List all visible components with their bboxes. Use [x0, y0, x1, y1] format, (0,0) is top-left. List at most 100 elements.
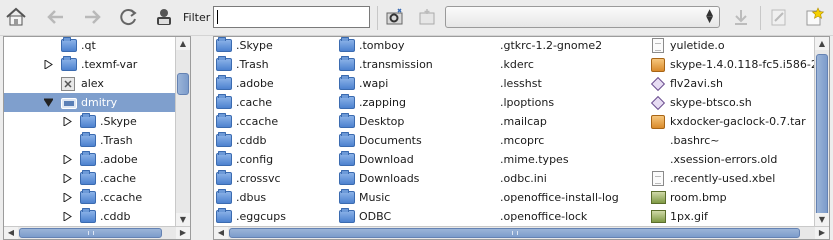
- folder-icon: [339, 151, 355, 168]
- folder-item[interactable]: Download: [339, 150, 414, 169]
- folder-item[interactable]: .cache: [216, 93, 272, 112]
- folder-icon: [80, 113, 96, 129]
- location-dropdown[interactable]: ▲ ▼: [445, 6, 720, 28]
- package-icon: [650, 57, 666, 73]
- tree-item[interactable]: .Skype: [4, 112, 176, 131]
- expander-collapsed-icon[interactable]: [63, 193, 72, 202]
- scroll-right-arrow[interactable]: ▶: [815, 227, 829, 239]
- folder-item[interactable]: .adobe: [216, 74, 274, 93]
- folder-item[interactable]: .dbus: [216, 188, 266, 207]
- scroll-right-arrow[interactable]: ▶: [176, 227, 190, 239]
- back-button[interactable]: [42, 3, 70, 31]
- file-item[interactable]: .bashrc~: [650, 131, 719, 150]
- folder-item[interactable]: .eggcups: [216, 207, 286, 226]
- folder-item[interactable]: .config: [216, 150, 273, 169]
- folder-item[interactable]: Documents: [339, 131, 422, 150]
- file-item[interactable]: skype-1.4.0.118-fc5.i586-2: [650, 55, 818, 74]
- scroll-down-arrow[interactable]: ▼: [176, 213, 190, 226]
- file-item[interactable]: .openoffice-lock: [480, 207, 587, 226]
- file-list[interactable]: .Skype .Trash .adobe .cache .ccache .cddb .con…: [213, 36, 830, 240]
- folder-item[interactable]: Downloads: [339, 169, 419, 188]
- file-name: flv2avi.sh: [670, 77, 723, 90]
- folder-item[interactable]: .Trash: [216, 55, 269, 74]
- folder-item[interactable]: .cddb: [216, 131, 267, 150]
- text-caret: [217, 10, 218, 24]
- scroll-left-arrow[interactable]: ◀: [4, 227, 18, 239]
- image-icon: [650, 209, 666, 225]
- file-item[interactable]: .lesshst: [480, 74, 542, 93]
- scroll-up-arrow[interactable]: ▲: [815, 37, 829, 50]
- folder-item[interactable]: .transmission: [339, 55, 433, 74]
- scroll-up-arrow[interactable]: ▲: [176, 37, 190, 50]
- tree-item[interactable]: .texmf-var: [4, 55, 176, 74]
- folder-item[interactable]: ODBC: [339, 207, 391, 226]
- file-name: .config: [236, 153, 274, 166]
- file-item[interactable]: .openoffice-install-log: [480, 188, 619, 207]
- tree-item-label: .adobe: [100, 153, 138, 166]
- new-folder-button[interactable]: [413, 3, 441, 31]
- file-item[interactable]: .recently-used.xbel: [650, 169, 775, 188]
- reload-button[interactable]: [115, 3, 143, 31]
- file-item[interactable]: flv2avi.sh: [650, 74, 723, 93]
- file-item[interactable]: .mime.types: [480, 150, 569, 169]
- file-item[interactable]: .mailcap: [480, 112, 547, 131]
- expander-collapsed-icon[interactable]: [63, 155, 72, 164]
- scroll-down-arrow[interactable]: ▼: [815, 213, 829, 226]
- file-item[interactable]: .gtkrc-1.2-gnome2: [480, 37, 602, 55]
- user-home-button[interactable]: [150, 3, 178, 31]
- tree-item[interactable]: alex: [4, 74, 176, 93]
- tree-item[interactable]: .Trash: [4, 131, 176, 150]
- folder-item[interactable]: .Skype: [216, 37, 273, 55]
- expander-collapsed-icon[interactable]: [63, 174, 72, 183]
- tree-item[interactable]: dmitry: [4, 93, 176, 112]
- files-vertical-scrollbar[interactable]: ▲ ▼: [814, 37, 829, 226]
- expander-collapsed-icon[interactable]: [63, 117, 72, 126]
- tree-item[interactable]: .ccache: [4, 188, 176, 207]
- folder-item[interactable]: .ccache: [216, 112, 278, 131]
- home-button[interactable]: [2, 3, 30, 31]
- file-item[interactable]: skype-btsco.sh: [650, 93, 752, 112]
- tree-item[interactable]: .cache: [4, 169, 176, 188]
- edit-button[interactable]: [765, 3, 793, 31]
- folder-tree[interactable]: .qt .texmf-var alex dmitry .Skype .Trash .adob…: [3, 36, 191, 240]
- files-hscroll-thumb[interactable]: [229, 228, 800, 238]
- tree-hscroll-thumb[interactable]: [19, 228, 162, 238]
- file-item[interactable]: .kderc: [480, 55, 534, 74]
- folder-item[interactable]: .tomboy: [339, 37, 404, 55]
- tree-item[interactable]: .qt: [4, 37, 176, 55]
- file-item[interactable]: 1px.gif: [650, 207, 708, 226]
- files-scroll-thumb[interactable]: [816, 54, 828, 216]
- file-name: .mime.types: [500, 153, 569, 166]
- file-item[interactable]: .lpoptions: [480, 93, 554, 112]
- folder-item[interactable]: .zapping: [339, 93, 406, 112]
- tree-scroll-thumb[interactable]: [177, 73, 189, 95]
- folder-item[interactable]: Music: [339, 188, 390, 207]
- scroll-left-arrow[interactable]: ◀: [214, 227, 228, 239]
- expander-collapsed-icon[interactable]: [44, 60, 53, 69]
- folder-icon: [339, 94, 355, 111]
- folder-icon: [216, 37, 232, 54]
- tree-item[interactable]: .adobe: [4, 150, 176, 169]
- toolbar-separator: [377, 6, 378, 30]
- forward-button[interactable]: [78, 3, 106, 31]
- tree-vertical-scrollbar[interactable]: ▲ ▼: [175, 37, 190, 226]
- expander-collapsed-icon[interactable]: [63, 212, 72, 221]
- files-horizontal-scrollbar[interactable]: ◀ ▶: [214, 226, 829, 239]
- tree-item[interactable]: .cddb: [4, 207, 176, 226]
- tree-horizontal-scrollbar[interactable]: ◀ ▶: [4, 226, 190, 239]
- filter-input[interactable]: [213, 6, 370, 28]
- file-item[interactable]: .mcoprc: [480, 131, 544, 150]
- file-item[interactable]: .odbc.ini: [480, 169, 547, 188]
- settings-button[interactable]: [381, 3, 409, 31]
- folder-item[interactable]: .crossvc: [216, 169, 281, 188]
- file-item[interactable]: room.bmp: [650, 188, 727, 207]
- file-item[interactable]: yuletide.o: [650, 37, 725, 55]
- file-item[interactable]: .xsession-errors.old: [650, 150, 777, 169]
- folder-item[interactable]: Desktop: [339, 112, 404, 131]
- bookmark-button[interactable]: [800, 3, 828, 31]
- folder-item[interactable]: .wapi: [339, 74, 388, 93]
- file-item[interactable]: kxdocker-gaclock-0.7.tar: [650, 112, 806, 131]
- expander-expanded-icon[interactable]: [44, 98, 53, 107]
- download-button[interactable]: [727, 3, 755, 31]
- arrow-right-icon: [85, 10, 101, 24]
